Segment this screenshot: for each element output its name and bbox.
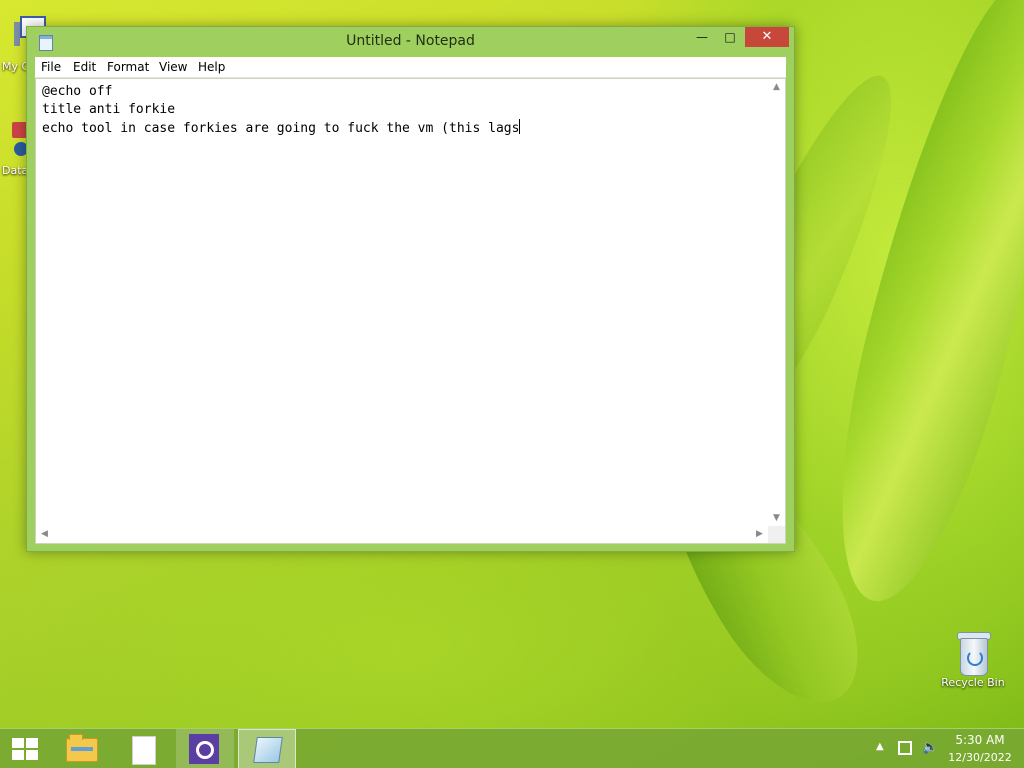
- text-line-content: echo tool in case forkies are going to f…: [42, 121, 520, 136]
- scroll-left-icon[interactable]: ◀: [36, 526, 53, 543]
- network-icon[interactable]: [898, 741, 912, 755]
- maximize-button[interactable]: □: [717, 27, 743, 47]
- menu-view[interactable]: View: [159, 60, 187, 74]
- text-content[interactable]: @echo off title anti forkie echo tool in…: [42, 83, 762, 523]
- menu-format[interactable]: Format: [107, 60, 149, 74]
- desktop-icon-recycle-bin[interactable]: Recycle Bin: [938, 632, 1008, 689]
- taskbar-file-explorer[interactable]: [52, 729, 110, 768]
- text-line-last: echo tool in case forkies are going to f…: [42, 119, 762, 137]
- taskbar-notepad[interactable]: [238, 729, 296, 768]
- scrollbar-corner: [768, 526, 785, 543]
- taskbar-settings[interactable]: [176, 729, 234, 768]
- text-line: @echo off: [42, 84, 113, 99]
- close-button[interactable]: ✕: [745, 27, 789, 47]
- scroll-right-icon[interactable]: ▶: [751, 526, 768, 543]
- text-editor[interactable]: @echo off title anti forkie echo tool in…: [35, 78, 786, 544]
- taskbar: ▲ 🔈 5:30 AM 12/30/2022: [0, 728, 1024, 768]
- start-button[interactable]: [0, 729, 48, 768]
- horizontal-scrollbar[interactable]: ◀ ▶: [36, 526, 768, 543]
- desktop-icon-label: Recycle Bin: [941, 676, 1005, 689]
- show-hidden-icons-icon[interactable]: ▲: [876, 741, 884, 752]
- windows-logo-icon: [12, 738, 38, 760]
- title-bar[interactable]: Untitled - Notepad — □ ✕: [27, 27, 794, 57]
- text-caret: [519, 119, 521, 134]
- scroll-up-icon[interactable]: ▲: [768, 79, 785, 96]
- minimize-button[interactable]: —: [689, 27, 715, 47]
- desktop-icon-label: Data: [2, 164, 29, 177]
- document-icon: [132, 736, 156, 765]
- gear-icon: [189, 734, 219, 764]
- menu-help[interactable]: Help: [198, 60, 225, 74]
- menu-bar: File Edit Format View Help: [35, 57, 786, 78]
- vertical-scrollbar[interactable]: ▲ ▼: [768, 79, 785, 527]
- notepad-window: Untitled - Notepad — □ ✕ File Edit Forma…: [26, 26, 795, 552]
- menu-file[interactable]: File: [41, 60, 61, 74]
- text-line: title anti forkie: [42, 102, 176, 117]
- taskbar-blank-document[interactable]: [114, 729, 172, 768]
- window-title: Untitled - Notepad: [346, 33, 475, 49]
- recycle-bin-icon: [956, 632, 991, 676]
- volume-icon[interactable]: 🔈: [922, 740, 938, 755]
- clock-time[interactable]: 5:30 AM: [948, 733, 1012, 747]
- wallpaper-leaf: [804, 0, 1024, 618]
- notepad-icon: [253, 737, 283, 763]
- menu-edit[interactable]: Edit: [73, 60, 96, 74]
- clock-date[interactable]: 12/30/2022: [948, 751, 1012, 764]
- scroll-down-icon[interactable]: ▼: [768, 510, 785, 527]
- folder-icon: [66, 734, 98, 762]
